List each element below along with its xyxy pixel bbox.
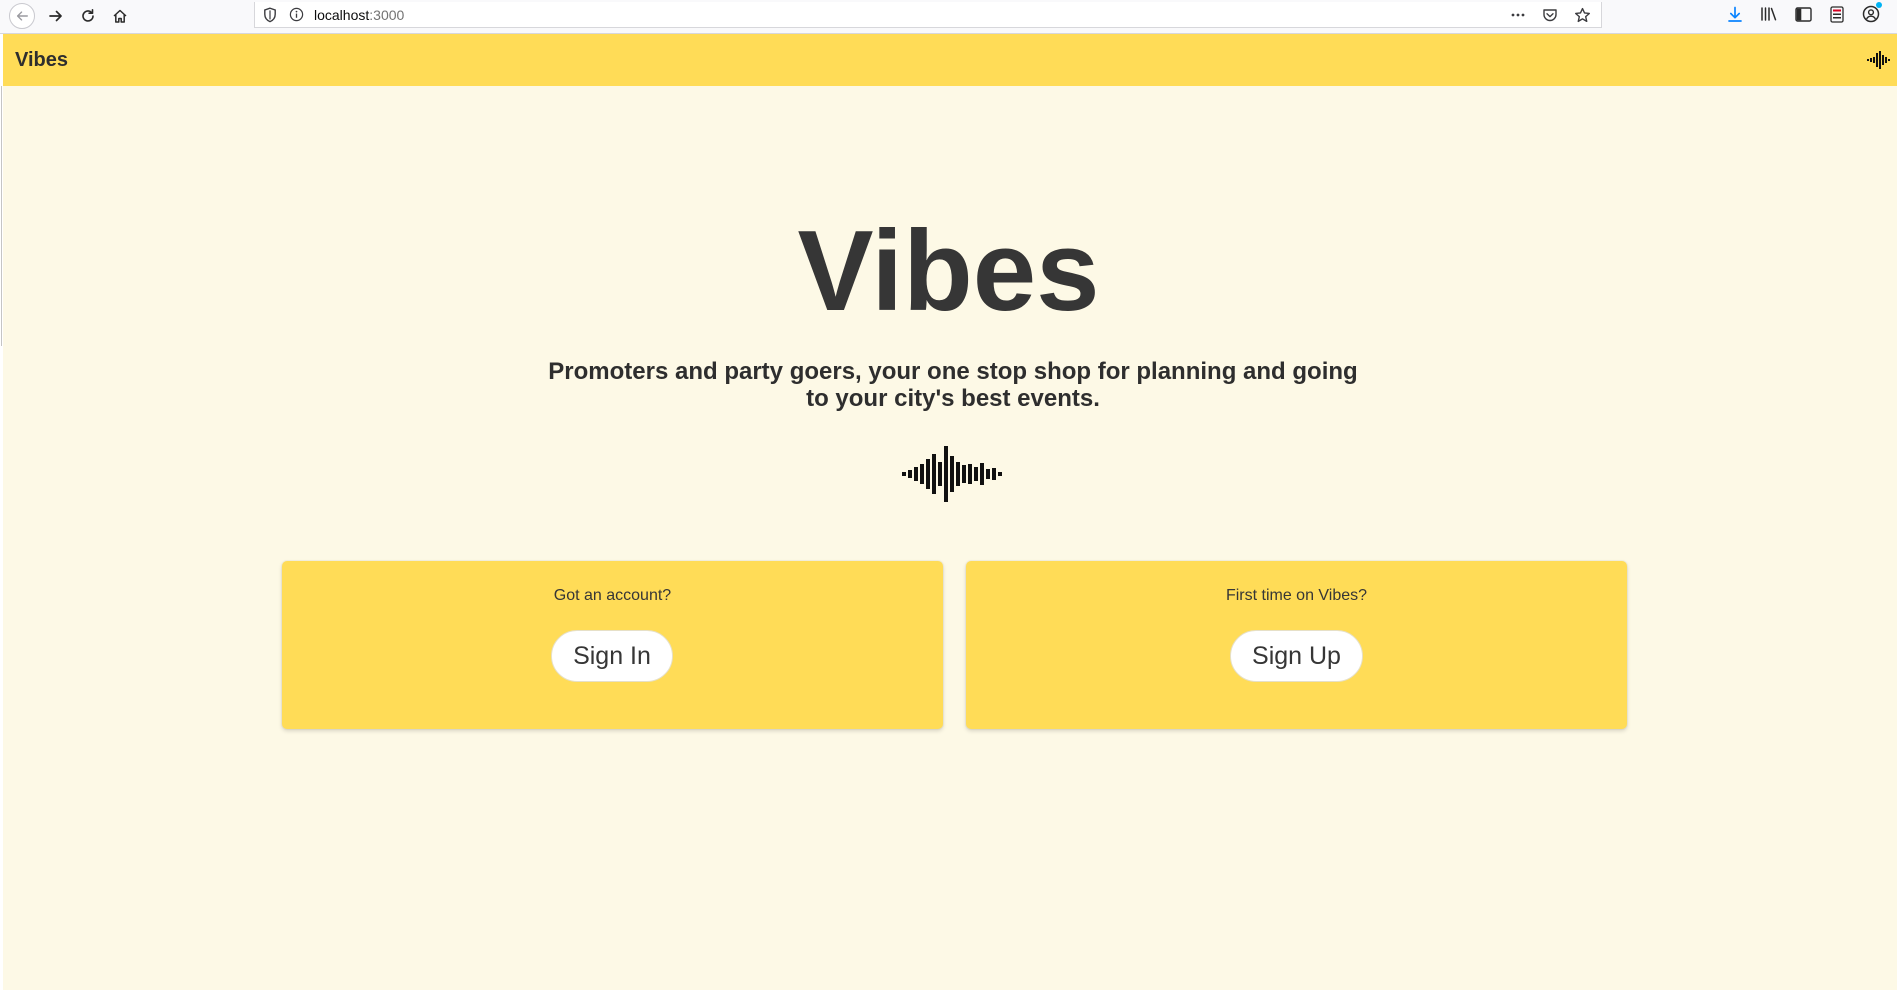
account-button[interactable] [1861, 2, 1882, 24]
page-actions-button[interactable] [1509, 6, 1527, 24]
app-navbar: Vibes [3, 34, 1897, 86]
home-button[interactable] [107, 3, 133, 29]
arrow-right-icon [49, 10, 62, 22]
signup-button[interactable]: Sign Up [1230, 630, 1363, 682]
forward-button[interactable] [43, 3, 69, 29]
download-icon [1728, 6, 1742, 22]
library-icon [1761, 7, 1777, 21]
arrow-left-icon [16, 11, 28, 21]
sidebar-button[interactable] [1793, 4, 1813, 24]
hero-title: Vibes [797, 208, 1100, 335]
signup-prompt: First time on Vibes? [1225, 587, 1368, 604]
navbar-brand-link[interactable]: Vibes [15, 49, 68, 71]
browser-toolbar: localhost:3000 [0, 0, 1897, 34]
shield-icon[interactable] [263, 7, 277, 23]
more-horizontal-icon [1511, 13, 1525, 17]
home-icon [113, 9, 127, 23]
url-text[interactable]: localhost:3000 [314, 7, 404, 23]
pocket-button[interactable] [1541, 6, 1559, 24]
hero-subtitle: Promoters and party goers, your one stop… [548, 358, 1358, 412]
pocket-icon [1543, 9, 1557, 22]
signin-card: Got an account? Sign In [282, 561, 943, 729]
extension-button[interactable] [1827, 4, 1847, 24]
soundwave-icon [902, 446, 1002, 502]
downloads-button[interactable] [1725, 4, 1745, 24]
info-icon[interactable] [289, 7, 304, 22]
library-button[interactable] [1759, 4, 1779, 24]
url-port: :3000 [369, 7, 405, 23]
signin-prompt: Got an account? [553, 587, 672, 604]
signin-button[interactable]: Sign In [551, 630, 673, 682]
url-host: localhost [314, 7, 370, 23]
sidebar-icon [1794, 6, 1812, 22]
soundwave-icon[interactable] [1867, 51, 1891, 69]
notification-dot [1876, 2, 1882, 8]
back-button[interactable] [9, 3, 35, 29]
extension-icon [1830, 5, 1844, 23]
reload-button[interactable] [75, 3, 101, 29]
bookmark-button[interactable] [1573, 6, 1591, 24]
star-icon [1574, 7, 1590, 22]
reload-icon [82, 9, 94, 22]
signup-card: First time on Vibes? Sign Up [966, 561, 1627, 729]
address-bar[interactable]: localhost:3000 [254, 2, 1602, 28]
